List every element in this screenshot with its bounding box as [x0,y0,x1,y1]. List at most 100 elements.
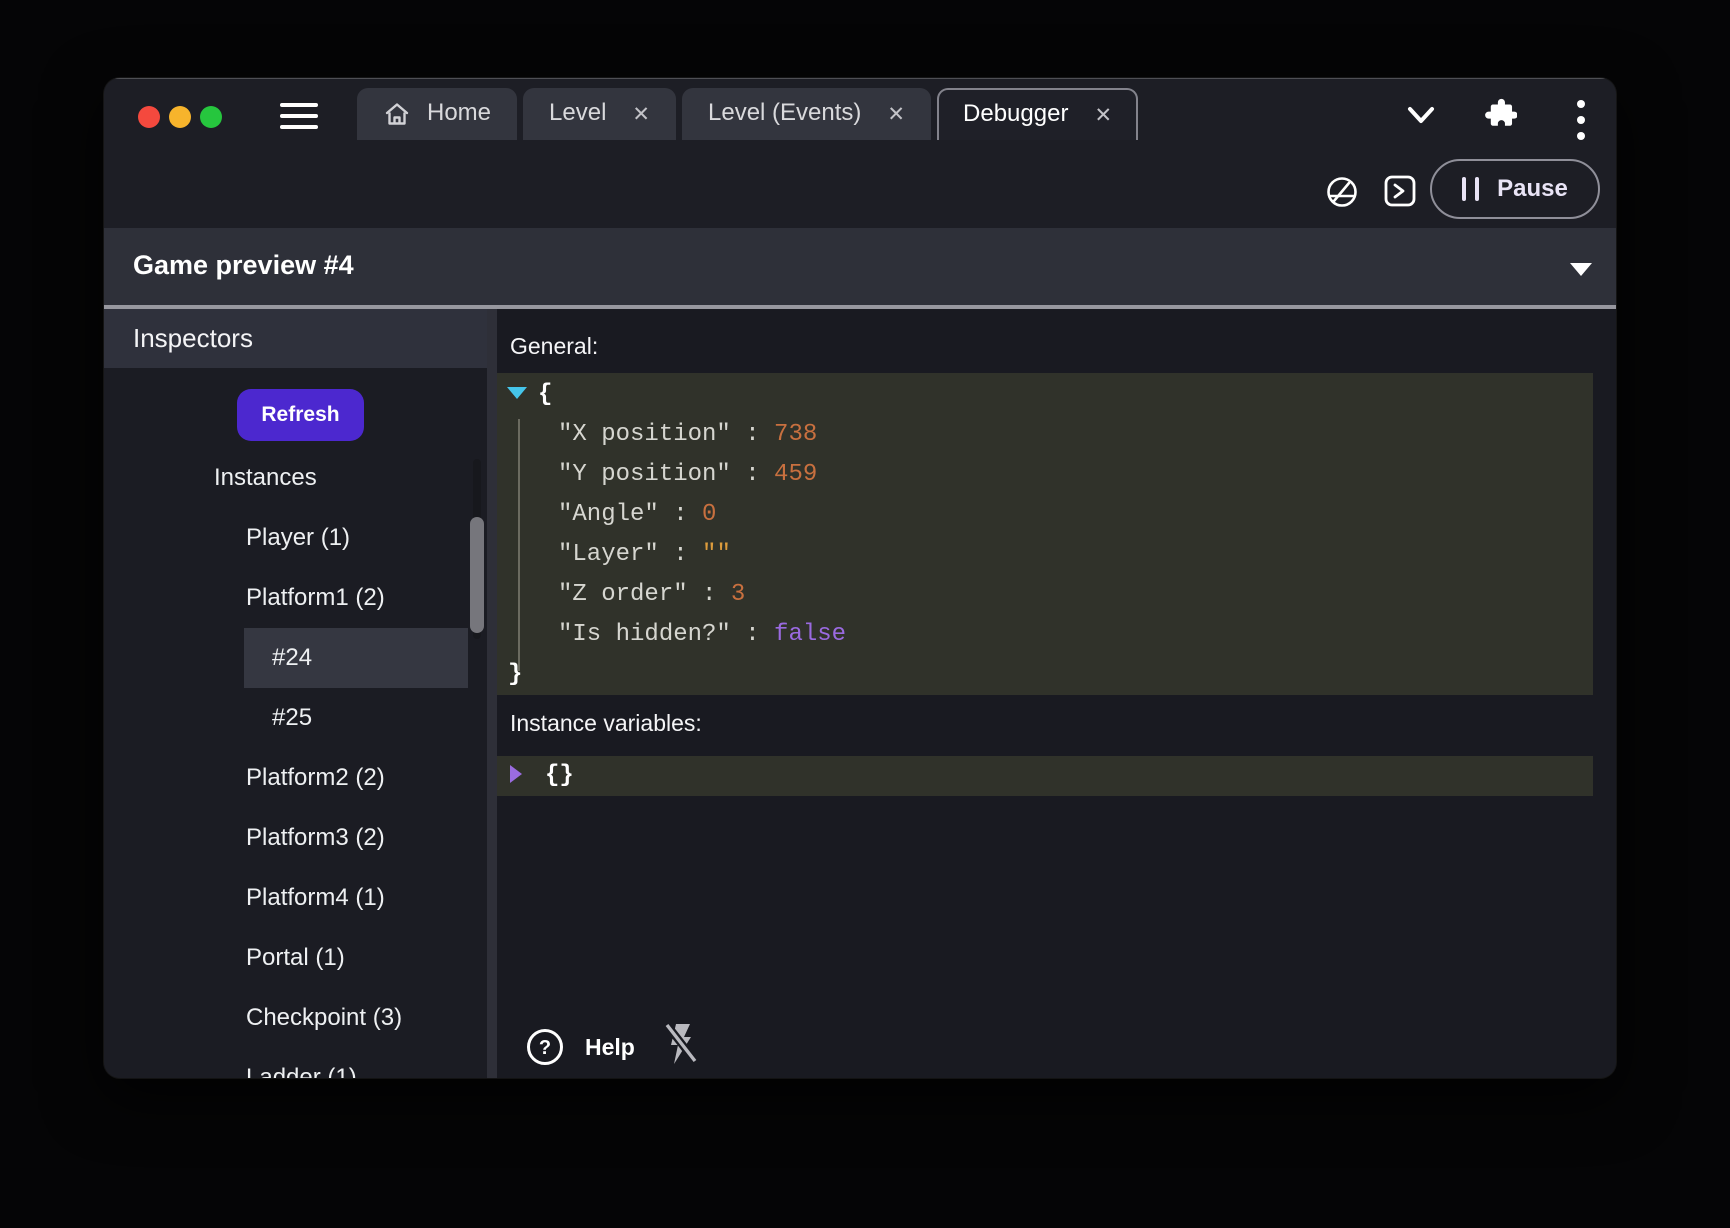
top-bar: Home Level ✕ Level (Events) ✕ Debugger ✕ [104,78,1616,228]
json-colon: : [731,621,774,648]
json-key: "Angle" [558,501,659,528]
home-icon [383,100,411,128]
expand-collapse-icon[interactable] [510,765,522,783]
inspector-main-panel: General: { "X position" : 738"Y position… [497,309,1616,1078]
json-colon: : [659,501,702,528]
json-value: 3 [731,581,745,608]
tab-strip: Home Level ✕ Level (Events) ✕ Debugger ✕ [357,88,1138,140]
screenshot-stage: Home Level ✕ Level (Events) ✕ Debugger ✕ [0,0,1730,1228]
pause-button-label: Pause [1497,175,1568,203]
tab-label: Debugger [963,100,1068,128]
help-question-icon: ? [525,1027,565,1067]
pause-button[interactable]: Pause [1430,159,1600,219]
extensions-puzzle-icon[interactable] [1483,96,1517,130]
tree-item-platform4-1[interactable]: Platform4 (1) [104,868,487,928]
json-key: "X position" [558,421,731,448]
refresh-button[interactable]: Refresh [237,389,364,441]
tree-item-instances[interactable]: Instances [104,448,487,508]
tree-item-ladder-1[interactable]: Ladder (1) [104,1048,487,1078]
close-brace: } [508,661,522,688]
maximize-window-button[interactable] [200,106,222,128]
close-window-button[interactable] [138,106,160,128]
app-window: Home Level ✕ Level (Events) ✕ Debugger ✕ [104,78,1616,1078]
tree-item-label: Checkpoint (3) [246,1004,402,1031]
minimize-window-button[interactable] [169,106,191,128]
tree-item-label: Portal (1) [246,944,345,971]
json-key: "Layer" [558,541,659,568]
inspectors-sidebar: Inspectors Refresh Instances Player (1) Pl… [104,309,487,1078]
tree-item-label: #24 [272,644,312,671]
tab-label: Home [427,99,491,127]
game-preview-dropdown-icon[interactable] [1570,263,1592,276]
tab-debugger[interactable]: Debugger ✕ [937,88,1138,140]
help-row: ? Help [497,1021,1616,1073]
tab-home[interactable]: Home [357,88,517,140]
instances-tree: Instances Player (1) Platform1 (2) #24 #25 Pl… [104,448,487,1078]
json-colon: : [731,421,774,448]
hamburger-menu-icon[interactable] [280,103,318,136]
tree-item-label: Platform3 (2) [246,824,385,851]
instance-variables-label: Instance variables: [510,707,702,739]
tree-item-platform1-2[interactable]: Platform1 (2) [104,568,487,628]
json-colon: : [731,461,774,488]
general-json-viewer: { "X position" : 738"Y position" : 459"A… [497,373,1593,695]
json-value: 738 [774,421,817,448]
general-section-label: General: [510,330,598,362]
sidebar-scrollbar-thumb[interactable] [470,517,484,633]
json-entry-y-position: "Y position" : 459 [497,455,1593,495]
json-value: 0 [702,501,716,528]
tab-level[interactable]: Level ✕ [523,88,676,140]
tree-item-checkpoint-3[interactable]: Checkpoint (3) [104,988,487,1048]
json-key: "Y position" [558,461,731,488]
flash-off-icon[interactable] [659,1021,703,1067]
vertical-splitter[interactable] [487,309,497,1078]
tree-item-label: Platform4 (1) [246,884,385,911]
tab-close-icon[interactable]: ✕ [1094,103,1112,128]
game-preview-title: Game preview #4 [133,228,354,305]
json-entry-angle: "Angle" : 0 [497,495,1593,535]
tree-item-player-1[interactable]: Player (1) [104,508,487,568]
instance-variables-value: {} [545,756,574,796]
profiler-gauge-icon[interactable] [1325,175,1359,209]
tab-label: Level [549,99,606,127]
inspectors-header-label: Inspectors [133,309,253,367]
json-value: 459 [774,461,817,488]
console-icon[interactable] [1383,174,1417,208]
tab-level-events[interactable]: Level (Events) ✕ [682,88,931,140]
kebab-menu-icon[interactable] [1574,98,1588,146]
json-entry-is-hidden: "Is hidden?" : false [497,615,1593,655]
json-value: "" [702,541,731,568]
json-colon: : [688,581,731,608]
tree-item-label: Player (1) [246,524,350,551]
svg-text:?: ? [539,1037,551,1059]
open-brace: { [538,381,552,408]
json-value: false [774,621,846,648]
chevron-down-icon[interactable] [1405,105,1437,127]
json-colon: : [659,541,702,568]
tree-item-label: #25 [272,704,312,731]
json-entry-x-position: "X position" : 738 [497,415,1593,455]
json-entry-layer: "Layer" : "" [497,535,1593,575]
help-button-label: Help [585,1034,635,1061]
game-preview-bar: Game preview #4 [104,228,1616,305]
content-area: Inspectors Refresh Instances Player (1) Pl… [104,309,1616,1078]
json-entry-z-order: "Z order" : 3 [497,575,1593,615]
tree-item-platform3-2[interactable]: Platform3 (2) [104,808,487,868]
tree-item-label: Ladder (1) [246,1064,357,1078]
tab-close-icon[interactable]: ✕ [632,102,650,127]
help-button[interactable]: ? Help [525,1027,635,1067]
tab-close-icon[interactable]: ✕ [887,102,905,127]
json-key: "Is hidden?" [558,621,731,648]
tree-item-label: Instances [214,464,317,491]
tree-item-portal-1[interactable]: Portal (1) [104,928,487,988]
tree-item-platform2-2[interactable]: Platform2 (2) [104,748,487,808]
tab-label: Level (Events) [708,99,861,127]
window-controls [138,106,222,128]
tree-item-25[interactable]: #25 [104,688,487,748]
json-key: "Z order" [558,581,688,608]
inspectors-header: Inspectors [104,309,487,368]
instance-variables-viewer: {} [497,756,1593,796]
tree-item-label: Platform2 (2) [246,764,385,791]
pause-icon [1462,177,1479,201]
tree-item-24[interactable]: #24 [104,628,487,688]
